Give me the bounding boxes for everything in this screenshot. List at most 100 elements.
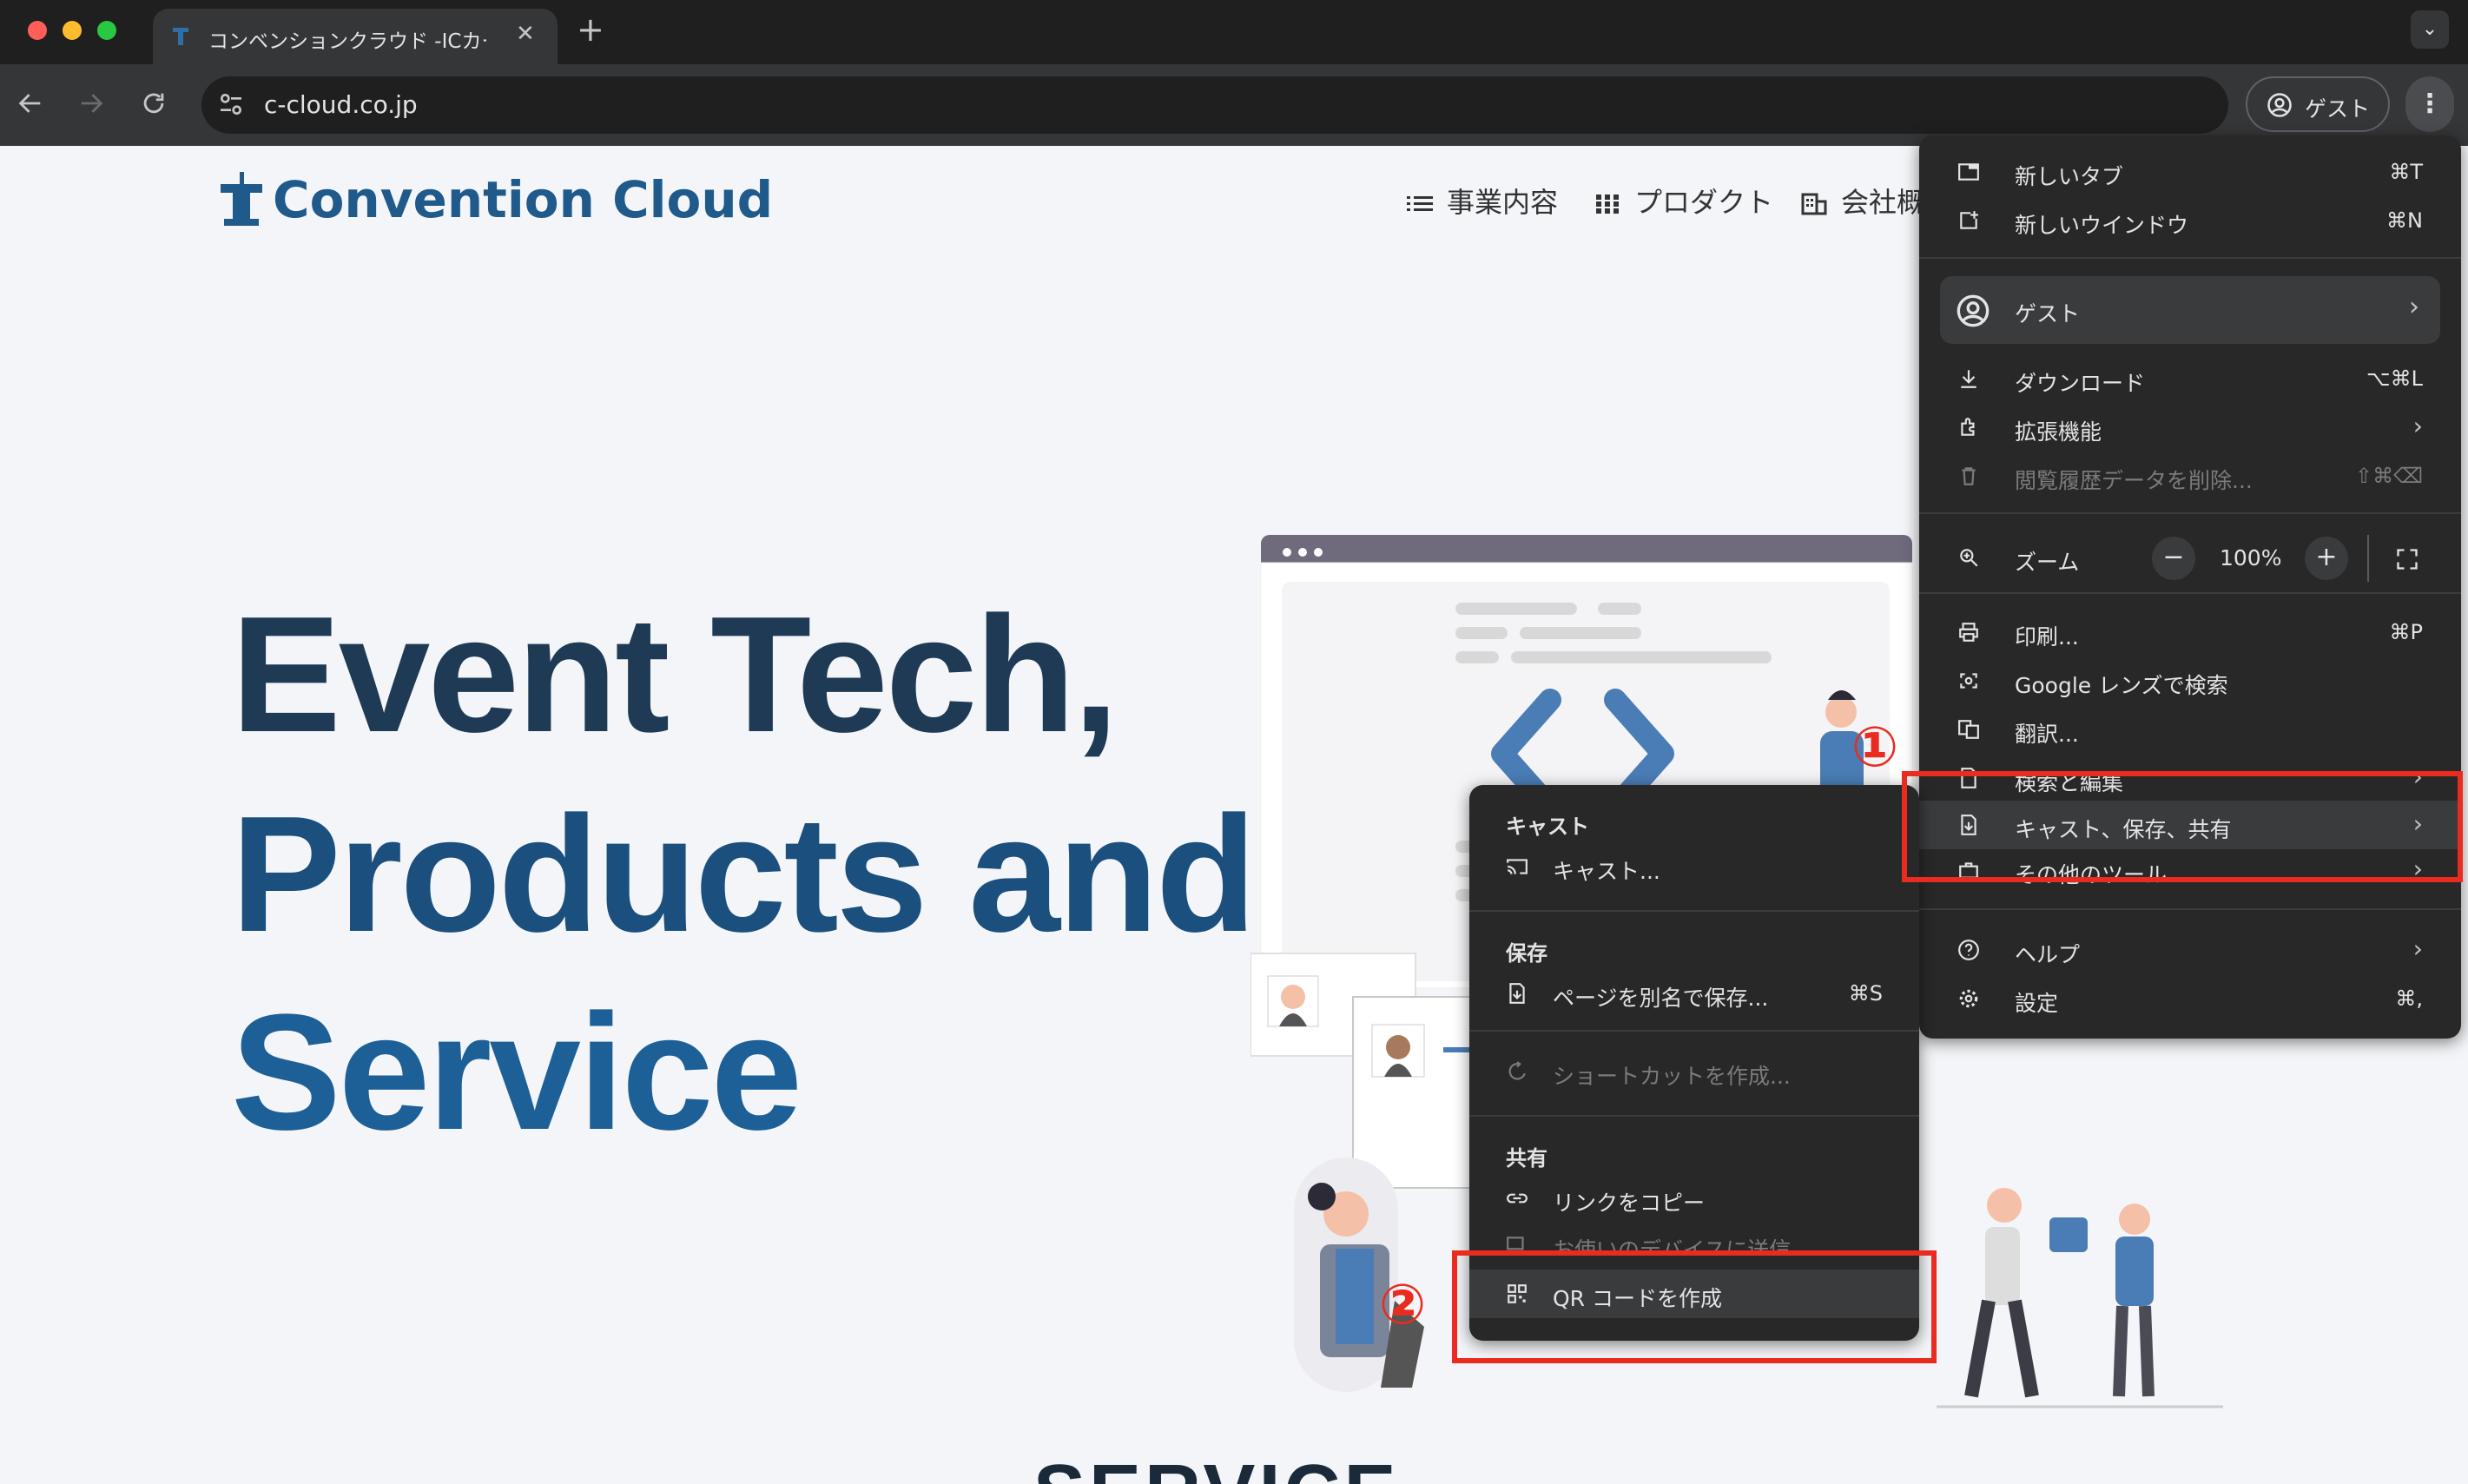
menu-translate[interactable]: 翻訳... bbox=[1919, 705, 2461, 754]
menu-google-lens-label: Google レンズで検索 bbox=[2015, 673, 2228, 698]
zoom-divider bbox=[2367, 535, 2369, 582]
menu-downloads[interactable]: ダウンロード ⌥⌘L bbox=[1919, 354, 2461, 403]
zoom-window-button[interactable] bbox=[97, 21, 116, 40]
profile-label: ゲスト bbox=[2305, 96, 2371, 122]
nav-company[interactable]: 会社概 bbox=[1801, 181, 1924, 221]
google-lens-icon bbox=[1960, 673, 1977, 689]
nav-products[interactable]: プロダクト bbox=[1594, 181, 1773, 221]
menu-divider bbox=[1919, 908, 2461, 910]
minimize-window-button[interactable] bbox=[63, 21, 82, 40]
profile-icon bbox=[1957, 294, 1990, 327]
submenu-section-save: 保存 bbox=[1506, 941, 1547, 966]
menu-downloads-shortcut: ⌥⌘L bbox=[2366, 366, 2423, 391]
submenu-section-share: 共有 bbox=[1506, 1146, 1547, 1171]
submenu-save-page-as-label: ページを別名で保存... bbox=[1553, 986, 1769, 1011]
hero-line-3: Service bbox=[231, 980, 802, 1164]
menu-profile-label: ゲスト bbox=[2015, 301, 2081, 326]
zoom-value: 100% bbox=[2220, 545, 2282, 571]
new-window-icon bbox=[1960, 211, 1978, 229]
menu-clear-history-label: 閲覧履歴データを削除... bbox=[2015, 468, 2253, 493]
menu-profile-guest[interactable]: ゲスト › bbox=[1940, 276, 2440, 344]
save-page-icon bbox=[1509, 983, 1525, 1004]
menu-clear-history-shortcut: ⇧⌘⌫ bbox=[2354, 464, 2423, 488]
menu-divider bbox=[1469, 1030, 1919, 1032]
link-icon bbox=[1507, 1193, 1528, 1204]
menu-translate-label: 翻訳... bbox=[2015, 722, 2079, 747]
tab-close-icon[interactable]: ✕ bbox=[516, 21, 535, 47]
zoom-icon bbox=[1960, 549, 1978, 567]
building-icon bbox=[1801, 193, 1827, 215]
address-bar[interactable]: c-cloud.co.jp bbox=[201, 76, 2228, 134]
nav-company-label: 会社概 bbox=[1841, 186, 1925, 219]
callout-step-1: ① bbox=[1851, 716, 1899, 780]
menu-help[interactable]: ヘルプ › bbox=[1919, 926, 2461, 974]
menu-print-shortcut: ⌘P bbox=[2389, 620, 2423, 644]
forward-arrow-icon[interactable] bbox=[76, 89, 106, 118]
chevron-right-icon: › bbox=[2412, 934, 2423, 963]
site-info-icon[interactable] bbox=[217, 90, 245, 118]
menu-google-lens[interactable]: Google レンズで検索 bbox=[1919, 656, 2461, 705]
menu-extensions-label: 拡張機能 bbox=[2015, 419, 2102, 445]
menu-divider bbox=[1469, 910, 1919, 912]
menu-divider bbox=[1919, 512, 2461, 514]
submenu-save-page-as[interactable]: ページを別名で保存... ⌘S bbox=[1469, 969, 1919, 1018]
menu-new-tab-label: 新しいタブ bbox=[2015, 164, 2124, 189]
menu-new-tab-shortcut: ⌘T bbox=[2389, 160, 2423, 184]
menu-new-window-shortcut: ⌘N bbox=[2386, 208, 2423, 233]
new-tab-icon bbox=[1958, 163, 1979, 181]
hero-line-1: Event Tech, bbox=[231, 583, 1119, 767]
chevron-right-icon: › bbox=[2409, 292, 2419, 322]
submenu-create-shortcut[interactable]: ショートカットを作成... bbox=[1469, 1047, 1919, 1096]
list-icon bbox=[1407, 196, 1433, 211]
profile-button[interactable]: ゲスト bbox=[2246, 76, 2390, 132]
extension-puzzle-icon bbox=[1961, 418, 1975, 436]
menu-settings[interactable]: 設定 ⌘, bbox=[1919, 974, 2461, 1023]
menu-print[interactable]: 印刷... ⌘P bbox=[1919, 608, 2461, 656]
menu-help-label: ヘルプ bbox=[2015, 942, 2081, 967]
logo-podium-icon bbox=[221, 172, 262, 226]
cast-icon bbox=[1507, 859, 1528, 874]
menu-new-tab[interactable]: 新しいタブ ⌘T bbox=[1919, 148, 2461, 196]
tab-title: コンベンションクラウド -ICカー bbox=[208, 30, 486, 53]
menu-downloads-label: ダウンロード bbox=[2015, 371, 2146, 396]
menu-settings-shortcut: ⌘, bbox=[2395, 986, 2423, 1011]
translate-icon bbox=[1958, 720, 1979, 739]
hero-line-2: Products and bbox=[231, 782, 1257, 966]
chrome-menu-button[interactable]: ⋮ bbox=[2405, 76, 2454, 132]
zoom-in-button[interactable]: + bbox=[2305, 537, 2348, 580]
profile-icon bbox=[2267, 93, 2292, 117]
submenu-save-page-as-shortcut: ⌘S bbox=[1848, 981, 1883, 1006]
printer-icon bbox=[1959, 623, 1978, 642]
tab-search-button[interactable]: ⌄ bbox=[2411, 10, 2449, 49]
menu-zoom-label: ズーム bbox=[2015, 550, 2080, 575]
submenu-create-shortcut-label: ショートカットを作成... bbox=[1553, 1064, 1791, 1089]
menu-divider bbox=[1469, 1115, 1919, 1117]
highlight-box-cast-save-share bbox=[1902, 771, 2463, 882]
menu-settings-label: 設定 bbox=[2015, 991, 2059, 1016]
grid-icon bbox=[1596, 195, 1619, 214]
highlight-box-qr-code bbox=[1452, 1250, 1937, 1363]
nav-products-label: プロダクト bbox=[1634, 186, 1774, 219]
menu-new-window[interactable]: 新しいウインドウ ⌘N bbox=[1919, 196, 2461, 245]
menu-clear-history[interactable]: 閲覧履歴データを削除... ⇧⌘⌫ bbox=[1919, 452, 2461, 500]
browser-toolbar: c-cloud.co.jp ゲスト ⋮ bbox=[0, 64, 2468, 146]
menu-new-window-label: 新しいウインドウ bbox=[2015, 213, 2189, 238]
close-window-button[interactable] bbox=[28, 21, 47, 40]
menu-print-label: 印刷... bbox=[2015, 624, 2079, 650]
help-icon bbox=[1958, 940, 1979, 960]
menu-extensions[interactable]: 拡張機能 › bbox=[1919, 403, 2461, 452]
submenu-section-cast: キャスト bbox=[1506, 815, 1589, 839]
submenu-cast[interactable]: キャスト... bbox=[1469, 842, 1919, 891]
browser-tab[interactable]: コンベンションクラウド -ICカー ✕ bbox=[153, 9, 558, 64]
reload-icon[interactable] bbox=[139, 89, 168, 118]
nav-business[interactable]: 事業内容 bbox=[1407, 181, 1558, 221]
new-tab-button[interactable]: + bbox=[577, 10, 604, 49]
url-text[interactable]: c-cloud.co.jp bbox=[264, 90, 418, 119]
menu-zoom: ズーム − 100% + bbox=[1919, 530, 2461, 585]
submenu-cast-label: キャスト... bbox=[1553, 859, 1660, 884]
fullscreen-icon[interactable] bbox=[2395, 547, 2419, 571]
gear-icon bbox=[1959, 989, 1978, 1008]
zoom-out-button[interactable]: − bbox=[2152, 537, 2195, 580]
submenu-copy-link[interactable]: リンクをコピー bbox=[1469, 1174, 1919, 1223]
back-arrow-icon[interactable] bbox=[16, 89, 45, 118]
